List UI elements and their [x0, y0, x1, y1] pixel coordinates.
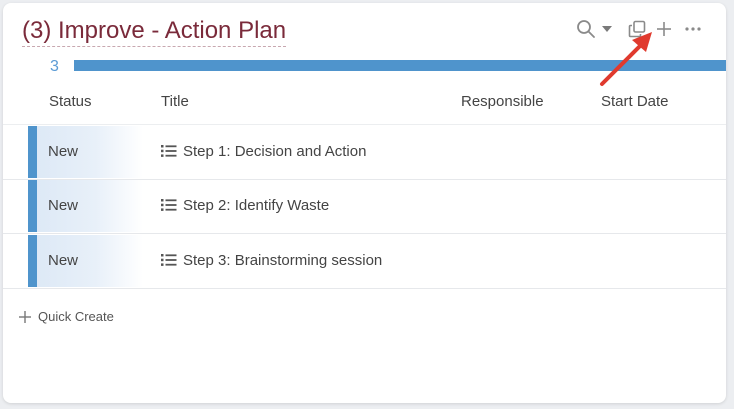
widget-title[interactable]: (3) Improve - Action Plan: [22, 17, 287, 47]
column-header-start-date[interactable]: Start Date: [601, 93, 669, 110]
column-header-responsible[interactable]: Responsible: [461, 93, 544, 110]
table-row[interactable]: New Step 3: Brainstorming session: [3, 234, 726, 289]
row-title-link[interactable]: Step 1: Decision and Action: [183, 143, 366, 160]
status-value: New: [48, 143, 79, 160]
status-stripe: [28, 235, 37, 287]
column-header-title[interactable]: Title: [161, 93, 189, 110]
status-stripe: [28, 126, 37, 178]
more-icon[interactable]: [682, 18, 704, 40]
annotation-arrow-icon: [600, 32, 652, 86]
search-icon[interactable]: [575, 18, 597, 40]
list-icon: [161, 145, 177, 157]
row-title-link[interactable]: Step 3: Brainstorming session: [183, 252, 382, 269]
table-row[interactable]: New Step 1: Decision and Action: [3, 124, 726, 180]
list-icon: [161, 254, 177, 266]
status-value: New: [48, 252, 79, 269]
column-header-status[interactable]: Status: [49, 93, 92, 110]
table-row[interactable]: New Step 2: Identify Waste: [3, 179, 726, 234]
status-stripe: [28, 180, 37, 232]
list-icon: [161, 199, 177, 211]
quick-create-button[interactable]: Quick Create: [18, 309, 114, 324]
status-value: New: [48, 197, 79, 214]
quick-create-label: Quick Create: [38, 309, 114, 324]
plus-icon: [19, 310, 31, 323]
row-title-link[interactable]: Step 2: Identify Waste: [183, 197, 329, 214]
record-count: 3: [50, 58, 59, 75]
